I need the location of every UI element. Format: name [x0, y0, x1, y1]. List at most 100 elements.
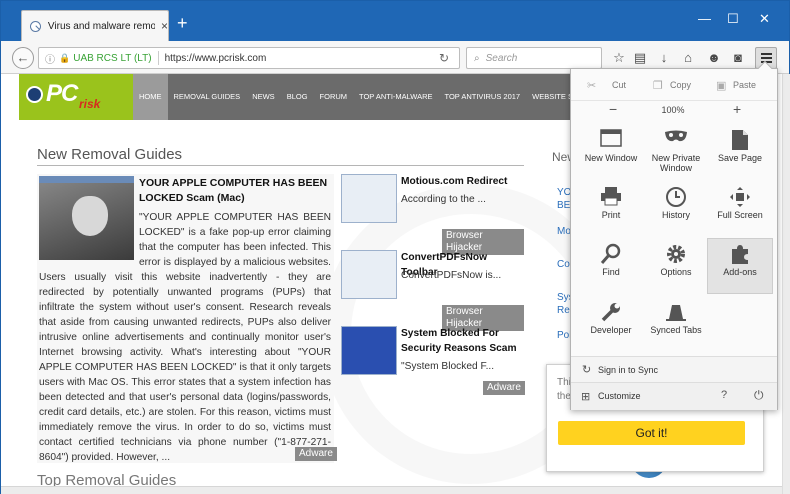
addons-puzzle-icon: [708, 239, 772, 267]
sync-icon: ↻: [582, 364, 592, 376]
private-mask-icon: [643, 125, 709, 153]
maximize-button[interactable]: ☐: [727, 11, 739, 27]
horizontal-scrollbar[interactable]: [1, 486, 782, 494]
bookmark-star-icon[interactable]: ☆: [610, 49, 628, 67]
help-icon[interactable]: ?: [721, 389, 727, 401]
item-title[interactable]: Motious.com Redirect: [401, 174, 523, 189]
new-tab-button[interactable]: +: [177, 14, 188, 32]
paste-icon[interactable]: ▣: [716, 79, 726, 92]
featured-text-wrap: "YOUR APPLE COMPUTER HAS BEEN LOCKED" is…: [39, 210, 331, 465]
synced-tabs-icon: [643, 297, 709, 325]
hamburger-line: [761, 57, 772, 59]
tab-favicon-icon: [30, 20, 41, 32]
chat-icon[interactable]: ☻: [705, 49, 723, 67]
address-bar[interactable]: ⓘ 🔒 UAB RCS LT (LT) https://www.pcrisk.c…: [38, 47, 460, 69]
search-input[interactable]: ⌕ Search: [466, 47, 602, 69]
menu-label: Find: [602, 267, 620, 277]
zoom-out-button[interactable]: −: [609, 101, 617, 117]
menu-label: Add-ons: [723, 267, 757, 277]
site-nav: HOME REMOVAL GUIDES NEWS BLOG FORUM TOP …: [133, 74, 611, 120]
hamburger-line: [761, 53, 772, 55]
edit-controls: ✂ Cut ❐ Copy ▣ Paste: [571, 77, 777, 95]
info-icon[interactable]: ⓘ: [45, 51, 55, 66]
item-title[interactable]: System Blocked For Security Reasons Scam: [401, 326, 523, 356]
site-logo[interactable]: PC risk: [19, 74, 133, 120]
customize-plus-icon[interactable]: ⊞: [581, 390, 590, 403]
search-placeholder: Search: [485, 52, 518, 64]
developer-wrench-icon: [578, 297, 644, 325]
menu-options[interactable]: Options: [643, 239, 709, 295]
nav-forum[interactable]: FORUM: [314, 74, 354, 120]
site-header: PC risk HOME REMOVAL GUIDES NEWS BLOG FO…: [19, 74, 619, 120]
featured-tag[interactable]: Adware: [295, 447, 337, 461]
got-it-button[interactable]: Got it!: [558, 421, 745, 445]
menu-synced-tabs[interactable]: Synced Tabs: [643, 297, 709, 353]
certificate-org: UAB RCS LT (LT): [73, 52, 152, 64]
menu-full-screen[interactable]: Full Screen: [707, 182, 773, 238]
menu-save-page[interactable]: Save Page: [707, 125, 773, 181]
browser-tab[interactable]: Virus and malware remov... ×: [21, 10, 169, 41]
nav-top-anti-malware[interactable]: TOP ANTI-MALWARE: [353, 74, 438, 120]
url-text[interactable]: https://www.pcrisk.com: [165, 53, 267, 64]
menu-label: Options: [660, 267, 692, 277]
zoom-in-button[interactable]: +: [733, 101, 741, 117]
featured-title[interactable]: YOUR APPLE COMPUTER HAS BEEN LOCKED Scam…: [139, 176, 331, 206]
menu-print[interactable]: Print: [578, 182, 644, 238]
nav-news[interactable]: NEWS: [246, 74, 281, 120]
cut-button[interactable]: Cut: [612, 80, 626, 90]
menu-add-ons[interactable]: Add-ons: [707, 238, 773, 294]
section-title: New Removal Guides: [37, 146, 183, 163]
sign-in-row[interactable]: ↻ Sign in to Sync: [571, 356, 777, 382]
menu-label: History: [661, 210, 690, 220]
nav-home[interactable]: HOME: [133, 74, 168, 120]
nav-top-antivirus[interactable]: TOP ANTIVIRUS 2017: [439, 74, 527, 120]
menu-history[interactable]: History: [643, 182, 709, 238]
tab-close-button[interactable]: ×: [161, 19, 168, 33]
item-excerpt: "System Blocked F...: [401, 361, 495, 372]
nav-removal-guides[interactable]: REMOVAL GUIDES: [168, 74, 247, 120]
sidebar-link[interactable]: Mo: [557, 226, 571, 237]
menu-new-window[interactable]: New Window: [578, 125, 644, 181]
menu-new-private-window[interactable]: New Private Window: [643, 125, 709, 181]
vertical-scrollbar[interactable]: [782, 74, 790, 494]
item-tag[interactable]: Adware: [483, 381, 525, 395]
home-icon[interactable]: ⌂: [679, 49, 697, 67]
save-page-icon: [707, 125, 773, 153]
zoom-controls: − 100% +: [571, 100, 777, 118]
notification-text: the: [557, 391, 571, 402]
options-gear-icon: [643, 239, 709, 267]
list-item: System Blocked For Security Reasons Scam…: [341, 326, 525, 396]
paste-button[interactable]: Paste: [733, 80, 756, 90]
menu-label: Synced Tabs: [650, 325, 702, 335]
thumbnail-bar: [39, 176, 134, 183]
download-icon[interactable]: ↓: [655, 49, 673, 67]
item-thumbnail[interactable]: [341, 174, 397, 223]
menu-find[interactable]: Find: [578, 239, 644, 295]
zoom-level[interactable]: 100%: [651, 105, 695, 115]
logo-ball-icon: [26, 86, 43, 103]
minimize-button[interactable]: —: [698, 11, 711, 26]
search-icon: ⌕: [474, 52, 480, 64]
reload-icon[interactable]: ↻: [439, 51, 449, 65]
item-excerpt: ConvertPDFsNow is...: [401, 270, 502, 281]
quit-power-icon[interactable]: ⏻: [754, 388, 764, 403]
reader-list-icon[interactable]: ▤: [631, 49, 649, 67]
item-thumbnail[interactable]: [341, 250, 397, 299]
browser-window: Virus and malware remov... × + — ☐ ✕ ← ⓘ…: [0, 0, 790, 494]
back-button[interactable]: ←: [12, 47, 34, 69]
item-excerpt: According to the ...: [401, 194, 486, 205]
close-window-button[interactable]: ✕: [759, 11, 770, 27]
nav-blog[interactable]: BLOG: [281, 74, 314, 120]
menu-label: New Window: [584, 153, 638, 163]
cut-icon[interactable]: ✂: [587, 79, 596, 92]
menu-panel: ✂ Cut ❐ Copy ▣ Paste − 100% + New Window…: [570, 60, 778, 410]
history-clock-icon: [643, 182, 709, 210]
customize-button[interactable]: Customize: [598, 391, 641, 401]
pocket-icon[interactable]: ◙: [729, 49, 747, 67]
item-thumbnail[interactable]: [341, 326, 397, 375]
divider: [37, 165, 524, 166]
menu-developer[interactable]: Developer: [578, 297, 644, 353]
menu-label: Print: [601, 210, 621, 220]
copy-icon[interactable]: ❐: [653, 79, 663, 92]
copy-button[interactable]: Copy: [670, 80, 691, 90]
